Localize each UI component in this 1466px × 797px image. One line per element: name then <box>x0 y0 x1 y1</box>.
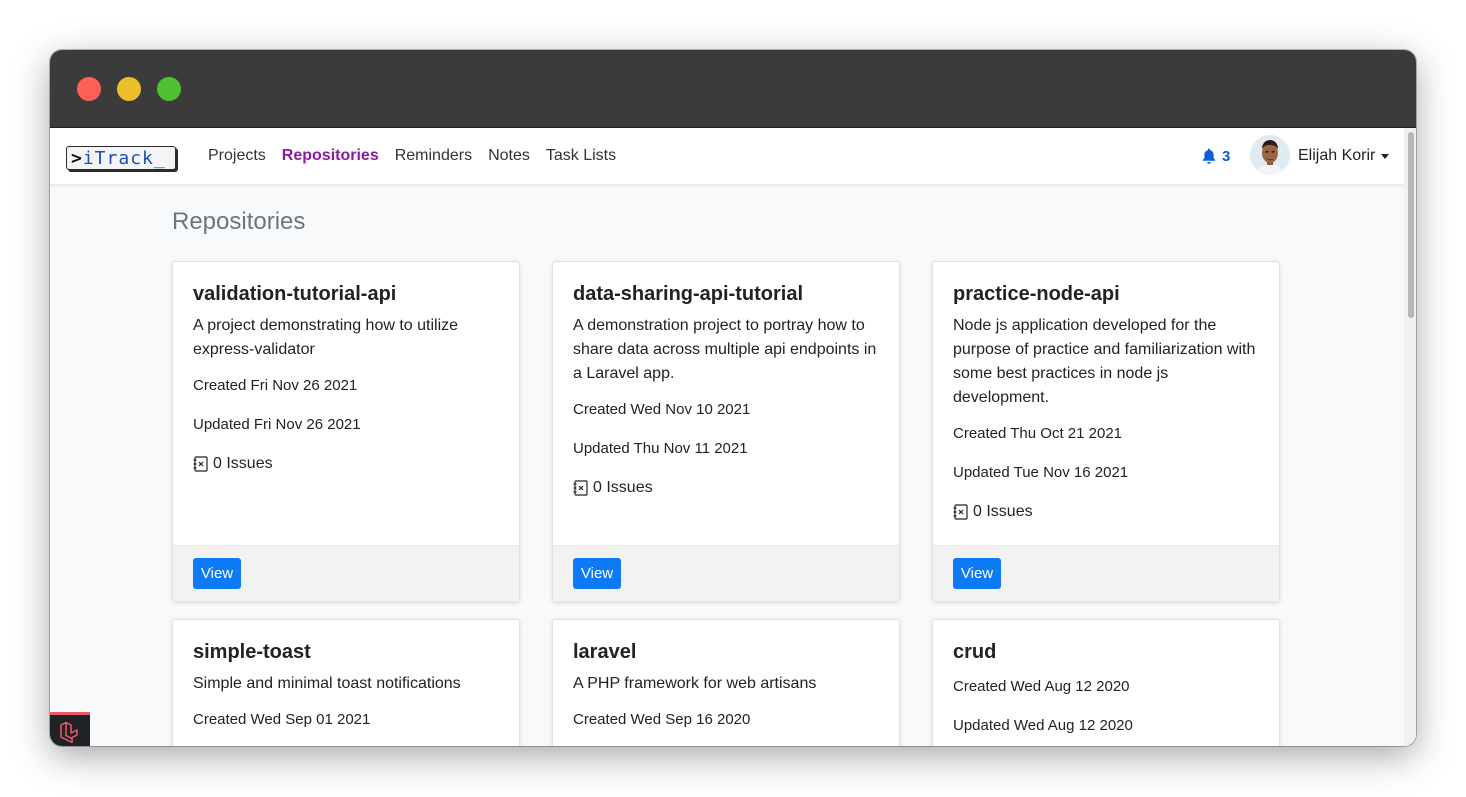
view-button[interactable]: View <box>193 558 241 589</box>
nav-link-projects[interactable]: Projects <box>200 147 274 165</box>
nav-links: Projects Repositories Reminders Notes Ta… <box>200 128 624 184</box>
repo-card: simple-toast Simple and minimal toast no… <box>172 619 520 746</box>
repo-issues: 0 Issues <box>193 455 499 473</box>
minimize-window-button[interactable] <box>117 77 141 101</box>
repo-updated: Updated Thu Nov 11 2021 <box>573 440 748 457</box>
user-avatar[interactable] <box>1250 135 1290 175</box>
issue-icon <box>193 456 208 472</box>
repo-name: crud <box>953 641 997 663</box>
page-scrollbar[interactable] <box>1404 128 1416 746</box>
repo-description: A PHP framework for web artisans <box>573 675 817 692</box>
repo-issues: 0 Issues <box>953 503 1259 521</box>
repo-description: Simple and minimal toast notifications <box>193 675 461 692</box>
nav-link-reminders[interactable]: Reminders <box>387 147 480 165</box>
top-navbar: >iTrack_ Projects Repositories Reminders… <box>50 128 1416 185</box>
repo-card: practice-node-api Node js application de… <box>932 261 1280 602</box>
repo-name: validation-tutorial-api <box>193 283 397 305</box>
debugbar-toggle[interactable] <box>50 712 90 746</box>
repo-description: Node js application developed for the pu… <box>953 317 1256 406</box>
issue-icon <box>573 480 588 496</box>
repo-created: Created Wed Nov 10 2021 <box>573 401 751 418</box>
close-window-button[interactable] <box>77 77 101 101</box>
user-name: Elijah Korir <box>1298 147 1376 164</box>
maximize-window-button[interactable] <box>157 77 181 101</box>
bell-icon <box>1202 148 1216 164</box>
page-title: Repositories <box>172 208 306 235</box>
repo-card: crud Created Wed Aug 12 2020 Updated Wed… <box>932 619 1280 746</box>
repo-issues-label: 0 Issues <box>973 503 1033 520</box>
card-footer: View <box>173 545 519 601</box>
repo-created: Created Wed Aug 12 2020 <box>953 678 1130 695</box>
nav-link-repositories[interactable]: Repositories <box>274 147 387 165</box>
user-menu-toggle[interactable]: Elijah Korir <box>1298 146 1390 166</box>
brand-text: iTrack_ <box>82 148 166 169</box>
scrollbar-thumb[interactable] <box>1408 132 1414 318</box>
repo-card: validation-tutorial-api A project demons… <box>172 261 520 602</box>
repo-description: A demonstration project to portray how t… <box>573 317 877 382</box>
repo-updated: Updated Tue Nov 16 2021 <box>953 464 1129 481</box>
page-content: >iTrack_ Projects Repositories Reminders… <box>50 128 1416 746</box>
repo-name: laravel <box>573 641 637 663</box>
card-footer: View <box>553 545 899 601</box>
repo-card: data-sharing-api-tutorial A demonstratio… <box>552 261 900 602</box>
repo-name: simple-toast <box>193 641 311 663</box>
repo-issues: 0 Issues <box>573 479 879 497</box>
repo-name: practice-node-api <box>953 283 1120 305</box>
nav-link-task-lists[interactable]: Task Lists <box>538 147 624 165</box>
repo-created: Created Wed Sep 01 2021 <box>193 711 371 728</box>
avatar-face-icon <box>1250 135 1290 175</box>
repo-created: Created Fri Nov 26 2021 <box>193 377 358 394</box>
view-button[interactable]: View <box>573 558 621 589</box>
window-titlebar <box>50 50 1416 128</box>
view-button[interactable]: View <box>953 558 1001 589</box>
notifications-button[interactable]: 3 <box>1202 146 1230 166</box>
app-window: >iTrack_ Projects Repositories Reminders… <box>50 50 1416 746</box>
issue-icon <box>953 504 968 520</box>
repo-created: Created Wed Sep 16 2020 <box>573 711 751 728</box>
repo-issues-label: 0 Issues <box>213 455 273 472</box>
nav-link-notes[interactable]: Notes <box>480 147 538 165</box>
repo-updated: Updated Fri Nov 26 2021 <box>193 416 361 433</box>
laravel-logo-icon <box>60 721 78 743</box>
repo-card: laravel A PHP framework for web artisans… <box>552 619 900 746</box>
notifications-count: 3 <box>1222 147 1231 165</box>
repo-name: data-sharing-api-tutorial <box>573 283 804 305</box>
brand-logo[interactable]: >iTrack_ <box>66 146 176 170</box>
brand-prompt: > <box>71 148 83 169</box>
repo-issues-label: 0 Issues <box>593 479 653 496</box>
repo-created: Created Thu Oct 21 2021 <box>953 425 1122 442</box>
card-footer: View <box>933 545 1279 601</box>
repo-updated: Updated Wed Aug 12 2020 <box>953 717 1133 734</box>
caret-down-icon <box>1381 153 1390 159</box>
repo-description: A project demonstrating how to utilize e… <box>193 317 459 358</box>
